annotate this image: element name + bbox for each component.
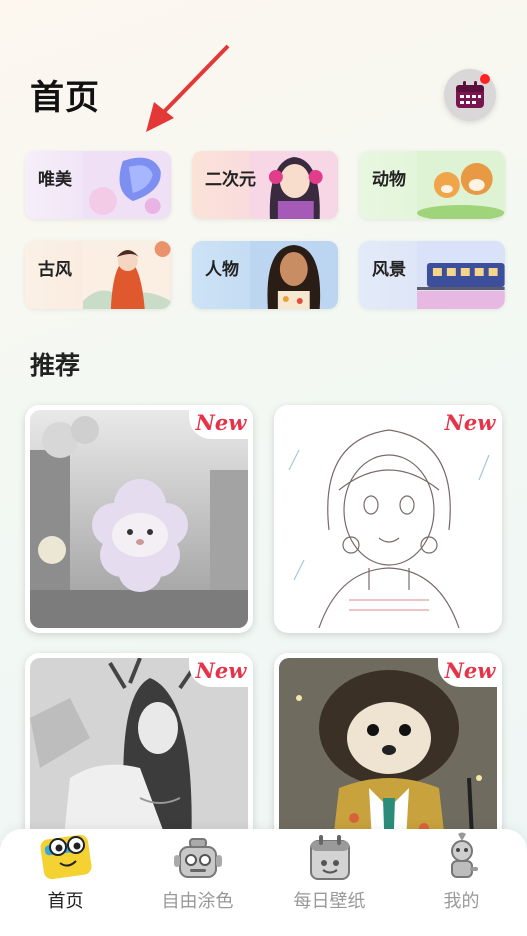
artwork-thumbnail	[279, 410, 497, 628]
tab-mine[interactable]: 我的	[396, 829, 527, 936]
portrait-image	[250, 241, 338, 309]
category-label: 唯美	[38, 170, 72, 190]
calendar-button[interactable]	[444, 69, 496, 121]
tab-free-coloring[interactable]: 自由涂色	[132, 829, 263, 936]
artwork-card[interactable]: New	[274, 405, 502, 633]
calendar-icon	[456, 81, 484, 108]
butterfly-image	[83, 151, 171, 219]
tab-label: 首页	[47, 891, 84, 912]
category-label: 人物	[205, 260, 239, 280]
annotation-arrow	[146, 44, 230, 132]
new-badge: New	[189, 405, 253, 439]
robot-icon	[173, 838, 222, 878]
artwork-card[interactable]: New	[25, 405, 253, 633]
tab-label: 自由涂色	[161, 891, 234, 912]
anime-girl-image	[250, 151, 338, 219]
category-label: 二次元	[205, 170, 256, 190]
profile-icon	[450, 832, 478, 878]
new-badge: New	[189, 653, 253, 687]
category-fengjing[interactable]: 风景	[359, 241, 505, 309]
section-title: 推荐	[30, 351, 81, 380]
tab-label: 我的	[443, 891, 480, 912]
new-badge: New	[438, 405, 502, 439]
new-badge: New	[438, 653, 502, 687]
home-icon	[39, 834, 92, 880]
category-dongwu[interactable]: 动物	[359, 151, 505, 219]
category-renwu[interactable]: 人物	[192, 241, 338, 309]
category-weimei[interactable]: 唯美	[25, 151, 171, 219]
page-title: 首页	[30, 78, 100, 118]
category-erciyuan[interactable]: 二次元	[192, 151, 338, 219]
artwork-thumbnail	[30, 410, 248, 628]
ancient-style-image	[83, 241, 171, 309]
category-label: 古风	[38, 260, 72, 280]
bottom-tab-bar: 首页 自由涂色 每日壁纸 我的	[0, 829, 527, 936]
notification-dot	[480, 74, 490, 84]
category-gufeng[interactable]: 古风	[25, 241, 171, 309]
category-label: 动物	[372, 170, 406, 190]
tab-label: 每日壁纸	[293, 891, 366, 912]
tab-home[interactable]: 首页	[0, 829, 131, 936]
calendar-wallpaper-icon	[309, 835, 350, 880]
animals-image	[417, 151, 505, 219]
tab-daily-wallpaper[interactable]: 每日壁纸	[264, 829, 395, 936]
landscape-image	[417, 241, 505, 309]
category-label: 风景	[372, 260, 406, 280]
